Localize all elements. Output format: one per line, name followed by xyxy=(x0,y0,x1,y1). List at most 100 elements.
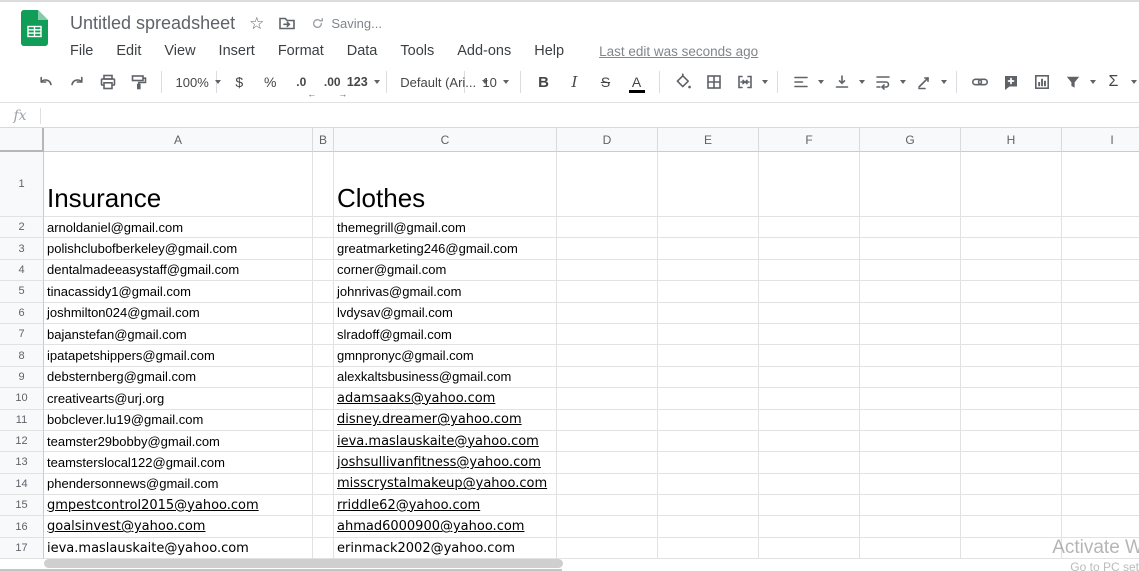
cell-A5[interactable]: tinacassidy1@gmail.com xyxy=(44,281,313,302)
row-header-11[interactable]: 11 xyxy=(0,410,44,431)
cell-H7[interactable] xyxy=(961,324,1062,345)
cell-F16[interactable] xyxy=(759,516,860,537)
menu-addons[interactable]: Add-ons xyxy=(457,43,511,59)
functions-button[interactable]: Σ xyxy=(1103,69,1125,95)
cell-I14[interactable] xyxy=(1062,474,1139,495)
cell-B13[interactable] xyxy=(313,452,334,473)
cell-C9[interactable]: alexkaltsbusiness@gmail.com xyxy=(334,367,557,388)
cell-F10[interactable] xyxy=(759,388,860,409)
cell-I5[interactable] xyxy=(1062,281,1139,302)
row-header-9[interactable]: 9 xyxy=(0,367,44,388)
row-header-14[interactable]: 14 xyxy=(0,474,44,495)
star-icon[interactable]: ☆ xyxy=(249,15,264,32)
cell-G3[interactable] xyxy=(860,238,961,259)
cell-B15[interactable] xyxy=(313,495,334,516)
cell-C14[interactable]: misscrystalmakeup@yahoo.com xyxy=(334,474,557,495)
row-header-16[interactable]: 16 xyxy=(0,516,44,537)
cell-H12[interactable] xyxy=(961,431,1062,452)
cell-E3[interactable] xyxy=(658,238,759,259)
cell-G2[interactable] xyxy=(860,217,961,238)
cell-G13[interactable] xyxy=(860,452,961,473)
cell-B2[interactable] xyxy=(313,217,334,238)
cell-D8[interactable] xyxy=(557,345,658,366)
chevron-down-icon[interactable] xyxy=(1090,80,1096,84)
chevron-down-icon[interactable] xyxy=(818,80,824,84)
cell-E14[interactable] xyxy=(658,474,759,495)
cell-D15[interactable] xyxy=(557,495,658,516)
cell-E9[interactable] xyxy=(658,367,759,388)
row-header-7[interactable]: 7 xyxy=(0,324,44,345)
cell-C5[interactable]: johnrivas@gmail.com xyxy=(334,281,557,302)
column-header-B[interactable]: B xyxy=(313,128,334,152)
text-rotation-button[interactable] xyxy=(913,69,935,95)
cell-D2[interactable] xyxy=(557,217,658,238)
column-header-C[interactable]: C xyxy=(334,128,557,152)
cell-E8[interactable] xyxy=(658,345,759,366)
cell-E13[interactable] xyxy=(658,452,759,473)
italic-button[interactable]: I xyxy=(564,69,586,95)
cell-F13[interactable] xyxy=(759,452,860,473)
cell-F1[interactable] xyxy=(759,152,860,217)
cell-H16[interactable] xyxy=(961,516,1062,537)
cell-B11[interactable] xyxy=(313,410,334,431)
cell-A13[interactable]: teamsterslocal122@gmail.com xyxy=(44,452,313,473)
cell-A10[interactable]: creativearts@urj.org xyxy=(44,388,313,409)
cell-H8[interactable] xyxy=(961,345,1062,366)
cell-C10[interactable]: adamsaaks@yahoo.com xyxy=(334,388,557,409)
cell-E4[interactable] xyxy=(658,260,759,281)
menu-help[interactable]: Help xyxy=(534,43,564,59)
cell-I10[interactable] xyxy=(1062,388,1139,409)
chevron-down-icon[interactable] xyxy=(762,80,768,84)
document-title[interactable]: Untitled spreadsheet xyxy=(70,13,235,34)
cell-C8[interactable]: gmnpronyc@gmail.com xyxy=(334,345,557,366)
fill-color-button[interactable] xyxy=(672,69,694,95)
cell-G14[interactable] xyxy=(860,474,961,495)
cell-E12[interactable] xyxy=(658,431,759,452)
cell-A2[interactable]: arnoldaniel@gmail.com xyxy=(44,217,313,238)
chevron-down-icon[interactable] xyxy=(941,80,947,84)
row-header-8[interactable]: 8 xyxy=(0,345,44,366)
cell-C15[interactable]: rriddle62@yahoo.com xyxy=(334,495,557,516)
cell-D16[interactable] xyxy=(557,516,658,537)
cell-I9[interactable] xyxy=(1062,367,1139,388)
cell-C2[interactable]: themegrill@gmail.com xyxy=(334,217,557,238)
cell-I15[interactable] xyxy=(1062,495,1139,516)
cell-I12[interactable] xyxy=(1062,431,1139,452)
cell-B7[interactable] xyxy=(313,324,334,345)
cell-G6[interactable] xyxy=(860,303,961,324)
cell-B14[interactable] xyxy=(313,474,334,495)
cell-B3[interactable] xyxy=(313,238,334,259)
menu-file[interactable]: File xyxy=(70,43,93,59)
column-header-E[interactable]: E xyxy=(658,128,759,152)
cell-F4[interactable] xyxy=(759,260,860,281)
cell-I6[interactable] xyxy=(1062,303,1139,324)
cell-I8[interactable] xyxy=(1062,345,1139,366)
cell-H11[interactable] xyxy=(961,410,1062,431)
chevron-down-icon[interactable] xyxy=(1131,80,1137,84)
cell-B1[interactable] xyxy=(313,152,334,217)
row-header-4[interactable]: 4 xyxy=(0,260,44,281)
cell-I1[interactable] xyxy=(1062,152,1139,217)
font-select[interactable]: Default (Ari... xyxy=(398,69,452,95)
cell-C3[interactable]: greatmarketing246@gmail.com xyxy=(334,238,557,259)
decrease-decimal-button[interactable]: .0 ← xyxy=(290,69,312,95)
cell-G7[interactable] xyxy=(860,324,961,345)
cell-G1[interactable] xyxy=(860,152,961,217)
cell-G11[interactable] xyxy=(860,410,961,431)
row-header-5[interactable]: 5 xyxy=(0,281,44,302)
cell-I7[interactable] xyxy=(1062,324,1139,345)
cell-F3[interactable] xyxy=(759,238,860,259)
cell-I4[interactable] xyxy=(1062,260,1139,281)
cell-G9[interactable] xyxy=(860,367,961,388)
cell-F15[interactable] xyxy=(759,495,860,516)
cell-D7[interactable] xyxy=(557,324,658,345)
cell-C1[interactable]: Clothes xyxy=(334,152,557,217)
cell-G17[interactable] xyxy=(860,538,961,559)
cell-A6[interactable]: joshmilton024@gmail.com xyxy=(44,303,313,324)
google-sheets-logo[interactable] xyxy=(21,10,48,46)
column-header-H[interactable]: H xyxy=(961,128,1062,152)
cell-I11[interactable] xyxy=(1062,410,1139,431)
cell-G5[interactable] xyxy=(860,281,961,302)
cell-F5[interactable] xyxy=(759,281,860,302)
cell-B8[interactable] xyxy=(313,345,334,366)
